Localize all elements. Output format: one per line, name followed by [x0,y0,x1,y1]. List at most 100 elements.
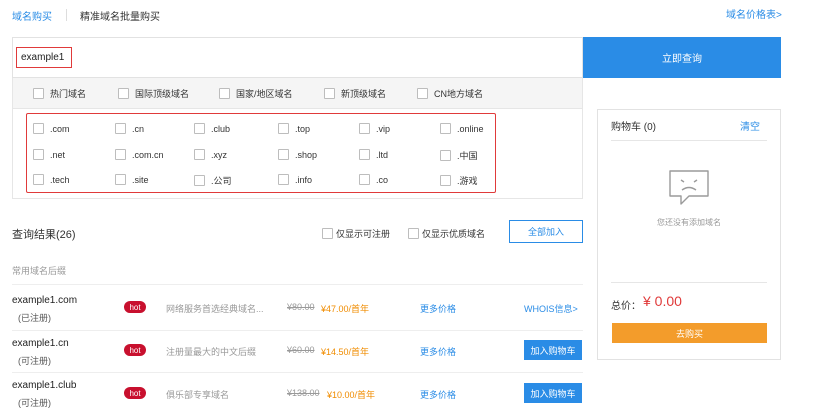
cart-count: (0) [643,122,657,133]
row-divider [12,284,583,285]
checkbox[interactable] [322,228,333,239]
add-all-button[interactable]: 全部加入 [509,220,583,243]
tld-option[interactable]: .shop [278,149,317,160]
tld-label: .tech [50,174,70,185]
checkbox[interactable] [115,149,126,160]
tld-option[interactable]: .公司 [194,174,232,187]
category-bar [12,78,583,109]
checkbox[interactable] [417,88,428,99]
tld-label: .shop [295,149,318,160]
tld-option[interactable]: .ltd [359,149,388,160]
tld-option[interactable]: .tech [33,174,70,185]
checkbox[interactable] [278,149,289,160]
tld-option[interactable]: .游戏 [440,174,478,187]
tld-option[interactable]: .com [33,123,70,134]
more-prices-link[interactable]: 更多价格 [420,345,456,358]
tld-label: .xyz [211,149,228,160]
checkbox[interactable] [194,149,205,160]
add-to-cart-button[interactable]: 加入购物车 [524,383,582,403]
hot-badge: hot [124,387,146,399]
checkbox[interactable] [118,88,129,99]
tld-option[interactable]: .vip [359,123,390,134]
tld-option[interactable]: .cn [115,123,144,134]
domain-name: example1.com [12,295,78,306]
category-hot[interactable]: 热门域名 [33,87,86,100]
checkbox[interactable] [408,228,419,239]
checkbox[interactable] [359,123,370,134]
tld-option[interactable]: .co [359,174,388,185]
domain-name: example1.cn [12,338,69,349]
domain-description: 注册量最大的中文后缀 [166,347,257,357]
checkbox[interactable] [440,150,451,161]
tld-option[interactable]: .site [115,174,149,185]
more-prices-link[interactable]: 更多价格 [420,302,456,315]
checkbox[interactable] [115,123,126,134]
category-label: 热门域名 [50,89,87,99]
search-button[interactable]: 立即查询 [583,37,781,78]
checkbox[interactable] [278,123,289,134]
checkbox[interactable] [440,123,451,134]
tld-label: .net [50,149,66,160]
total-label: 总价： [611,301,641,312]
category-country[interactable]: 国家/地区域名 [219,87,293,100]
tab-bulk-buy[interactable]: 精准域名批量购买 [80,8,160,23]
checkbox[interactable] [115,174,126,185]
checkbox[interactable] [359,149,370,160]
row-divider [12,330,583,331]
search-box [12,37,583,78]
category-cn-local[interactable]: CN地方域名 [417,87,483,100]
checkbox[interactable] [324,88,335,99]
whois-link[interactable]: WHOIS信息> [524,302,578,315]
checkbox[interactable] [440,175,451,186]
filter-label: 仅显示优质域名 [422,229,486,239]
tld-option[interactable]: .top [278,123,310,134]
checkout-button[interactable]: 去购买 [612,323,767,343]
category-international[interactable]: 国际顶级域名 [118,87,189,100]
cart-title-label: 购物车 [611,122,641,133]
checkbox[interactable] [33,88,44,99]
checkbox[interactable] [33,174,44,185]
tld-option[interactable]: .info [278,174,312,185]
sale-price: ¥47.00/首年 [321,304,370,314]
domain-status: (已注册) [18,313,51,323]
cart-empty-message: 您还没有添加域名 [657,218,721,227]
tld-label: .site [132,174,149,185]
cart-divider [611,140,767,141]
category-label: 新顶级域名 [341,89,387,99]
checkbox[interactable] [219,88,230,99]
add-to-cart-button[interactable]: 加入购物车 [524,340,582,360]
checkbox[interactable] [33,149,44,160]
tld-option[interactable]: .xyz [194,149,227,160]
tld-label: .com [50,123,70,134]
category-label: 国家/地区域名 [236,89,293,99]
empty-cart-icon [669,170,709,205]
tld-option[interactable]: .com.cn [115,149,164,160]
tld-label: .info [295,174,313,185]
domain-name: example1.club [12,380,77,391]
checkbox[interactable] [33,123,44,134]
results-title: 查询结果(26) [12,229,76,241]
tld-label: .top [295,123,311,134]
filter-premium[interactable]: 仅显示优质域名 [408,227,485,240]
tld-option[interactable]: .net [33,149,65,160]
tab-domain-buy[interactable]: 域名购买 [12,8,52,23]
checkbox[interactable] [194,123,205,134]
checkbox[interactable] [194,175,205,186]
domain-description: 俱乐部专享域名 [166,390,230,400]
domain-search-input[interactable] [16,47,72,68]
checkbox[interactable] [359,174,370,185]
tld-option[interactable]: .online [440,123,484,134]
tld-option[interactable]: .中国 [440,149,478,162]
tld-option[interactable]: .club [194,123,230,134]
category-new-tld[interactable]: 新顶级域名 [324,87,386,100]
cart-clear-link[interactable]: 清空 [740,118,760,133]
tld-label: .online [457,123,484,134]
checkbox[interactable] [278,174,289,185]
filter-available[interactable]: 仅显示可注册 [322,227,390,240]
tld-label: .co [376,174,389,185]
row-divider [12,372,583,373]
tld-label: .ltd [376,149,389,160]
filter-label: 仅显示可注册 [336,229,391,239]
price-table-link[interactable]: 域名价格表> [726,6,782,21]
more-prices-link[interactable]: 更多价格 [420,388,456,401]
